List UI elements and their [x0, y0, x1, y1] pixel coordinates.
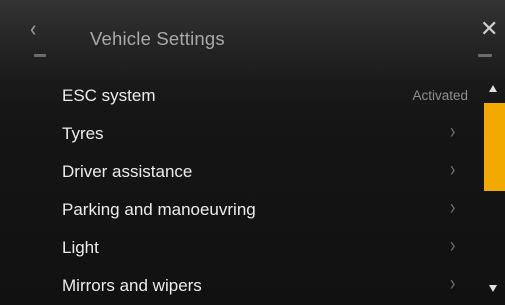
- list-item-mirrors-and-wipers[interactable]: Mirrors and wipers ›: [0, 268, 480, 305]
- close-indicator: [478, 54, 492, 57]
- chevron-right-icon: ›: [450, 121, 456, 144]
- scroll-down-arrow-icon[interactable]: [489, 285, 497, 292]
- close-button[interactable]: ✕: [474, 14, 504, 66]
- back-button[interactable]: ‹‹: [26, 14, 62, 66]
- back-indicator: [34, 54, 46, 57]
- chevron-right-icon: ›: [450, 159, 456, 182]
- list-item-label: Tyres: [62, 124, 104, 143]
- scroll-track[interactable]: [484, 103, 505, 279]
- list-item-label: Parking and manoeuvring: [62, 200, 256, 219]
- list-item-esc-system[interactable]: ESC system Activated: [0, 78, 480, 116]
- list-item-label: Light: [62, 238, 99, 257]
- list-item-driver-assistance[interactable]: Driver assistance ›: [0, 154, 480, 192]
- page-title: Vehicle Settings: [90, 28, 225, 49]
- list-item-tyres[interactable]: Tyres ›: [0, 116, 480, 154]
- scroll-up-arrow-icon[interactable]: [489, 85, 497, 92]
- scroll-thumb[interactable]: [484, 103, 505, 191]
- list-item-label: Driver assistance: [62, 162, 193, 181]
- close-icon: ✕: [480, 16, 499, 41]
- status-value: Activated: [412, 88, 468, 103]
- settings-list: ESC system Activated Tyres › Driver assi…: [0, 78, 480, 305]
- list-item-parking-and-manoeuvring[interactable]: Parking and manoeuvring ›: [0, 192, 480, 230]
- chevron-left-icon: ‹‹: [30, 16, 34, 41]
- chevron-right-icon: ›: [450, 197, 456, 220]
- scrollbar[interactable]: [482, 78, 505, 305]
- list-item-label: Mirrors and wipers: [62, 276, 202, 295]
- list-item-label: ESC system: [62, 86, 156, 105]
- list-item-light[interactable]: Light ›: [0, 230, 480, 268]
- header-bar: ‹‹ Vehicle Settings ✕: [0, 0, 505, 78]
- chevron-right-icon: ›: [450, 235, 456, 258]
- chevron-right-icon: ›: [450, 273, 456, 296]
- vehicle-settings-screen: ‹‹ Vehicle Settings ✕ ESC system Activat…: [0, 0, 505, 305]
